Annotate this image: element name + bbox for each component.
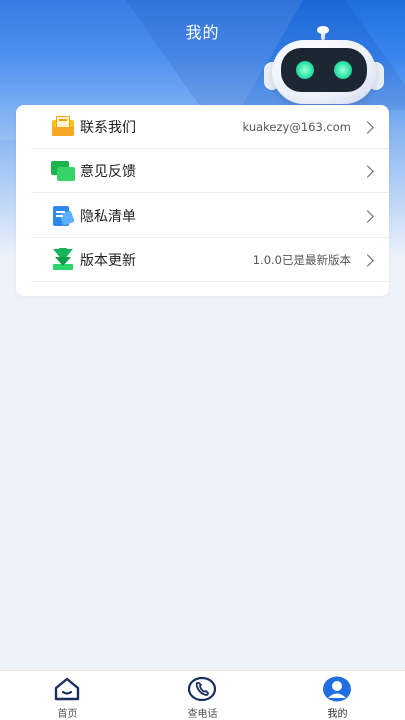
bottom-tab-bar: 首页 查电话 我的: [0, 670, 405, 720]
robot-mascot-icon: [262, 26, 388, 110]
chat-icon: [51, 159, 75, 183]
menu-item-update[interactable]: 版本更新 1.0.0已是最新版本: [31, 238, 389, 282]
divider: [31, 192, 389, 193]
menu-item-privacy[interactable]: 隐私清单: [31, 194, 389, 238]
phone-icon: [187, 676, 217, 702]
contact-email: kuakezy@163.com: [242, 120, 351, 134]
menu-item-label: 隐私清单: [80, 209, 136, 225]
menu-item-feedback[interactable]: 意见反馈: [31, 149, 389, 193]
tab-phone-lookup[interactable]: 查电话: [135, 671, 270, 720]
tab-label: 查电话: [187, 709, 218, 720]
menu-item-label: 联系我们: [80, 120, 136, 136]
version-status: 1.0.0已是最新版本: [252, 253, 351, 267]
tab-label: 首页: [57, 709, 78, 720]
tab-home[interactable]: 首页: [0, 671, 135, 720]
divider: [31, 281, 389, 282]
tab-label: 我的: [327, 709, 348, 720]
menu-item-label: 版本更新: [80, 253, 136, 269]
mail-icon: [51, 115, 75, 139]
menu-item-contact[interactable]: 联系我们 kuakezy@163.com: [31, 105, 389, 149]
chevron-right-icon: [361, 120, 374, 134]
profile-icon: [323, 676, 351, 702]
download-icon: [51, 248, 75, 272]
settings-card: 联系我们 kuakezy@163.com 意见反馈 隐私清单 版本更新 1.0.…: [16, 105, 389, 296]
chevron-right-icon: [361, 253, 374, 267]
tab-profile[interactable]: 我的: [270, 671, 405, 720]
menu-item-label: 意见反馈: [80, 164, 136, 180]
chevron-right-icon: [361, 164, 374, 178]
chevron-right-icon: [361, 209, 374, 223]
document-icon: [51, 204, 75, 228]
home-icon: [54, 677, 80, 701]
